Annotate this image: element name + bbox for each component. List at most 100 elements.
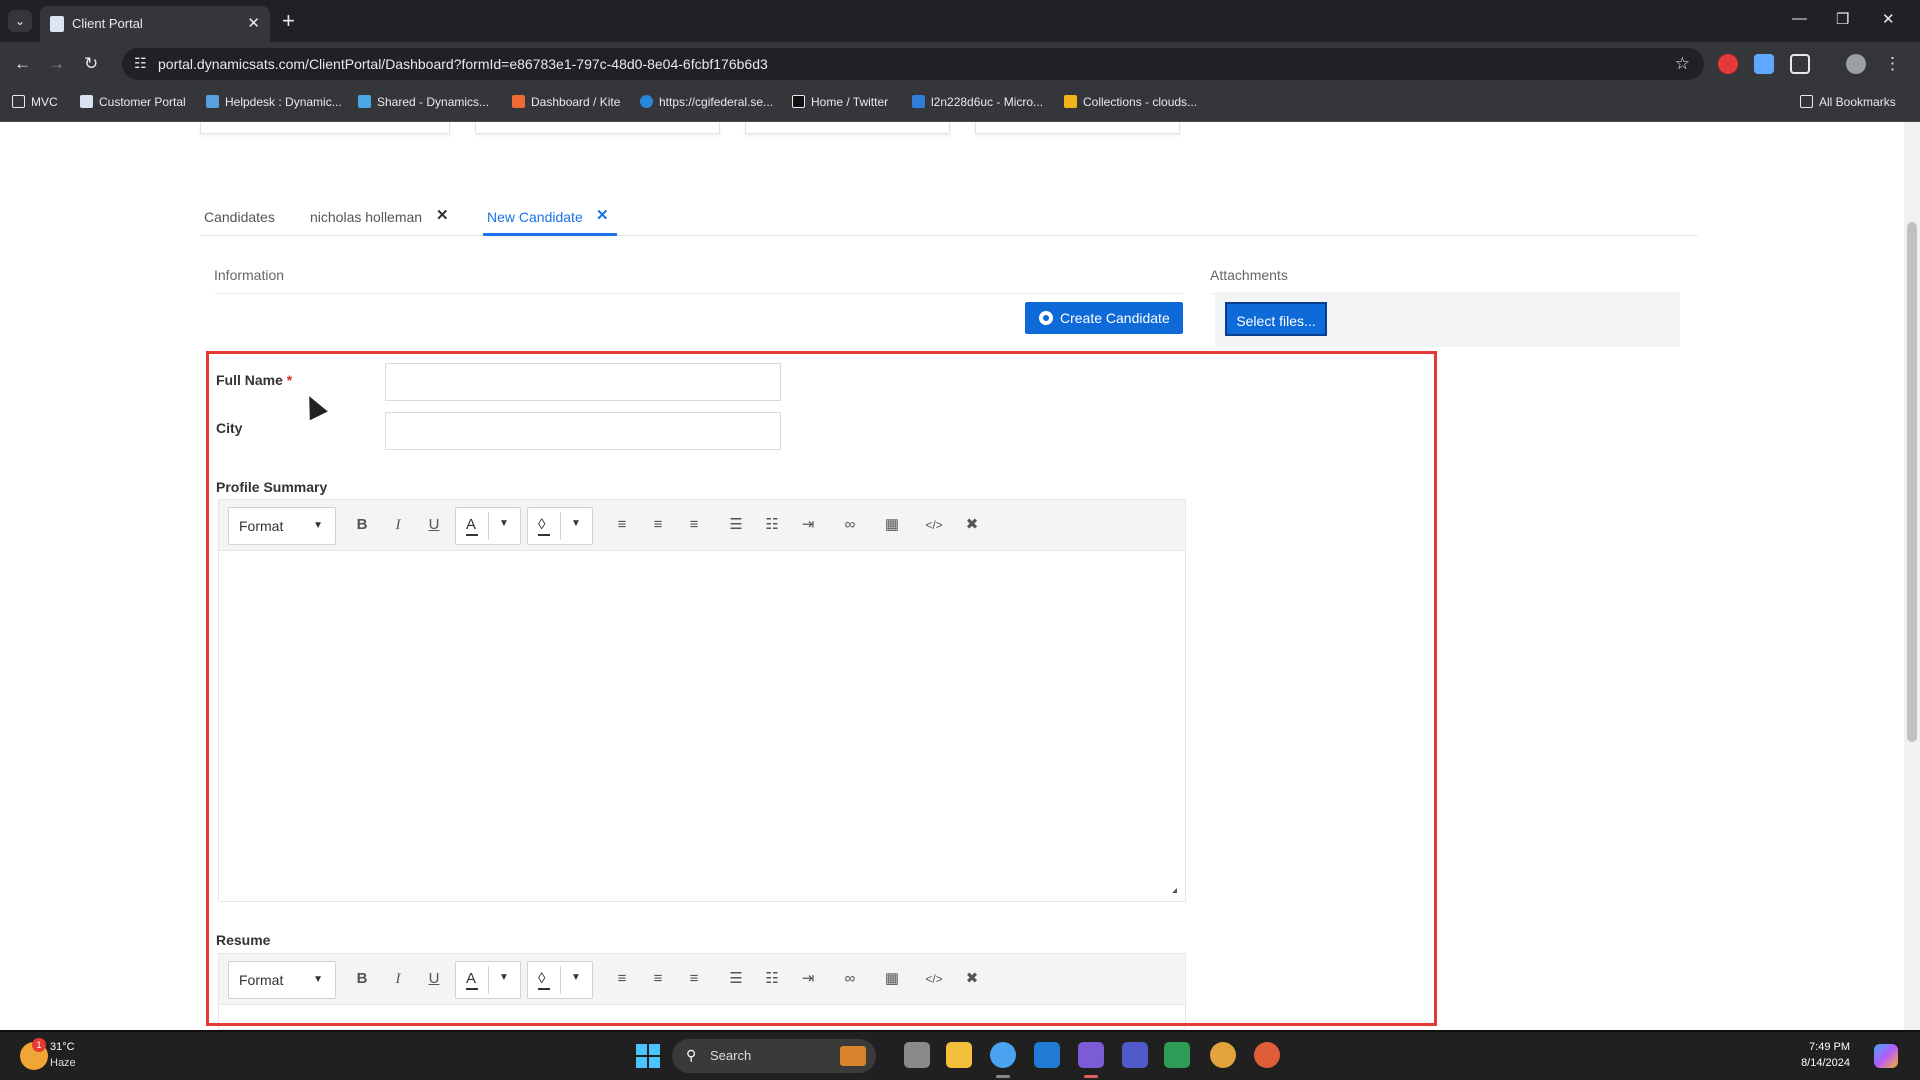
tab-new-candidate-label: New Candidate xyxy=(487,209,583,225)
summary-card xyxy=(475,122,720,134)
bookmark-item[interactable]: Home / Twitter xyxy=(792,95,888,109)
browser-tab[interactable]: Client Portal ✕ xyxy=(40,6,270,42)
forward-icon[interactable]: → xyxy=(48,54,65,74)
bookmark-item[interactable]: Dashboard / Kite xyxy=(512,95,620,109)
extension-icon[interactable] xyxy=(1754,54,1774,74)
page-content: Candidates nicholas holleman ✕ New Candi… xyxy=(0,122,1920,1030)
attachments-dropzone[interactable]: Select files... xyxy=(1215,292,1680,347)
helpdesk-icon xyxy=(206,95,219,108)
create-candidate-label: Create Candidate xyxy=(1060,310,1170,326)
close-tab-icon[interactable]: ✕ xyxy=(436,206,449,224)
teams-icon[interactable] xyxy=(1078,1042,1104,1068)
bookmark-item[interactable]: https://cgifederal.se... xyxy=(640,95,773,109)
active-app-indicator xyxy=(996,1075,1010,1078)
azure-icon xyxy=(912,95,925,108)
window-close-icon[interactable]: ✕ xyxy=(1882,10,1895,28)
outlook-icon[interactable] xyxy=(1034,1042,1060,1068)
chrome-profile-icon[interactable] xyxy=(1210,1042,1236,1068)
back-icon[interactable]: ← xyxy=(14,54,31,74)
weather-condition: Haze xyxy=(50,1057,76,1069)
page-scrollbar[interactable] xyxy=(1904,122,1920,1030)
site-info-icon[interactable]: ☷ xyxy=(134,55,147,72)
reload-icon[interactable]: ↻ xyxy=(84,54,98,74)
bookmark-label: Shared - Dynamics... xyxy=(377,95,490,109)
windows-start-icon[interactable] xyxy=(636,1044,660,1068)
tab-close-icon[interactable]: ✕ xyxy=(247,14,260,32)
bookmark-label: https://cgifederal.se... xyxy=(659,95,774,109)
bookmark-label: Customer Portal xyxy=(99,95,186,109)
all-bookmarks-label: All Bookmarks xyxy=(1819,95,1896,109)
bookmark-item[interactable]: Shared - Dynamics... xyxy=(358,95,489,109)
summary-card xyxy=(975,122,1180,134)
extensions-puzzle-icon[interactable] xyxy=(1790,54,1810,74)
taskbar-search[interactable]: ⚲ Search xyxy=(672,1039,876,1073)
microsoft-icon xyxy=(1064,95,1077,108)
all-bookmarks[interactable]: All Bookmarks xyxy=(1800,95,1896,109)
browser-tab-title: Client Portal xyxy=(72,16,143,31)
create-candidate-button[interactable]: Create Candidate xyxy=(1025,302,1183,334)
file-explorer-icon[interactable] xyxy=(946,1042,972,1068)
task-view-icon[interactable] xyxy=(904,1042,930,1068)
windows-taskbar: 1 31°C Haze ⚲ Search 7:49 PM 8/14/2024 xyxy=(0,1032,1920,1080)
active-app-indicator xyxy=(1084,1075,1098,1078)
bookmark-star-icon[interactable]: ☆ xyxy=(1675,54,1690,74)
save-icon xyxy=(1039,311,1053,325)
extension-record-icon[interactable] xyxy=(1718,54,1738,74)
bookmark-label: Collections - clouds... xyxy=(1083,95,1198,109)
page-favicon-icon xyxy=(50,16,64,32)
browser-menu-icon[interactable]: ⋮ xyxy=(1884,54,1901,74)
clock-date[interactable]: 8/14/2024 xyxy=(1801,1057,1850,1069)
record-tabs: Candidates nicholas holleman ✕ New Candi… xyxy=(200,182,1698,236)
chrome-profile-icon[interactable] xyxy=(1254,1042,1280,1068)
excel-icon[interactable] xyxy=(1164,1042,1190,1068)
bookmark-item[interactable]: Helpdesk : Dynamic... xyxy=(206,95,342,109)
bookmark-label: Home / Twitter xyxy=(811,95,889,109)
weather-badge: 1 xyxy=(32,1038,46,1052)
select-files-button[interactable]: Select files... xyxy=(1225,302,1327,336)
bookmark-item[interactable]: MVC xyxy=(12,95,58,109)
new-tab-icon[interactable]: + xyxy=(282,8,295,34)
scrollbar-thumb[interactable] xyxy=(1907,222,1917,742)
bookmark-label: MVC xyxy=(31,95,58,109)
web-icon xyxy=(640,95,653,108)
folder-icon xyxy=(1800,95,1813,108)
information-heading: Information xyxy=(214,244,1184,294)
bookmark-item[interactable]: Customer Portal xyxy=(80,95,186,109)
clock-time[interactable]: 7:49 PM xyxy=(1809,1041,1850,1053)
taskbar-search-placeholder: Search xyxy=(710,1048,752,1063)
tab-nicholas-holleman[interactable]: nicholas holleman xyxy=(310,182,422,236)
address-bar-row: ← → ↻ ☷ portal.dynamicsats.com/ClientPor… xyxy=(0,42,1920,86)
attachments-heading-text: Attachments xyxy=(1210,267,1288,283)
bookmark-item[interactable]: Collections - clouds... xyxy=(1064,95,1197,109)
restore-icon[interactable]: ❐ xyxy=(1836,10,1849,28)
url-omnibox[interactable]: ☷ portal.dynamicsats.com/ClientPortal/Da… xyxy=(122,48,1704,80)
attachments-heading: Attachments xyxy=(1210,244,1680,294)
close-tab-icon[interactable]: ✕ xyxy=(596,206,609,224)
information-heading-text: Information xyxy=(214,267,285,283)
minimize-icon[interactable]: — xyxy=(1792,10,1807,27)
teams-work-icon[interactable] xyxy=(1122,1042,1148,1068)
kite-icon xyxy=(512,95,525,108)
chrome-icon[interactable] xyxy=(990,1042,1016,1068)
search-icon: ⚲ xyxy=(686,1047,697,1063)
search-highlight-icon xyxy=(840,1046,866,1066)
bookmark-item[interactable]: l2n228d6uc - Micro... xyxy=(912,95,1043,109)
bookmark-label: l2n228d6uc - Micro... xyxy=(931,95,1044,109)
bookmark-label: Helpdesk : Dynamic... xyxy=(225,95,342,109)
bookmarks-bar: MVC Customer Portal Helpdesk : Dynamic..… xyxy=(0,86,1920,122)
sharepoint-icon xyxy=(358,95,371,108)
copilot-icon[interactable] xyxy=(1874,1044,1898,1068)
x-twitter-icon xyxy=(792,95,805,108)
weather-temperature: 31°C xyxy=(50,1041,75,1053)
url-text[interactable]: portal.dynamicsats.com/ClientPortal/Dash… xyxy=(158,56,768,72)
browser-tab-bar: ⌄ Client Portal ✕ + — ❐ ✕ xyxy=(0,0,1920,42)
highlight-annotation xyxy=(206,351,1437,1026)
summary-card xyxy=(200,122,450,134)
tab-search-icon[interactable]: ⌄ xyxy=(8,10,32,32)
summary-card xyxy=(745,122,950,134)
folder-icon xyxy=(12,95,25,108)
bookmark-label: Dashboard / Kite xyxy=(531,95,621,109)
tab-candidates[interactable]: Candidates xyxy=(204,182,275,236)
profile-avatar-icon[interactable] xyxy=(1846,54,1866,74)
page-icon xyxy=(80,95,93,108)
